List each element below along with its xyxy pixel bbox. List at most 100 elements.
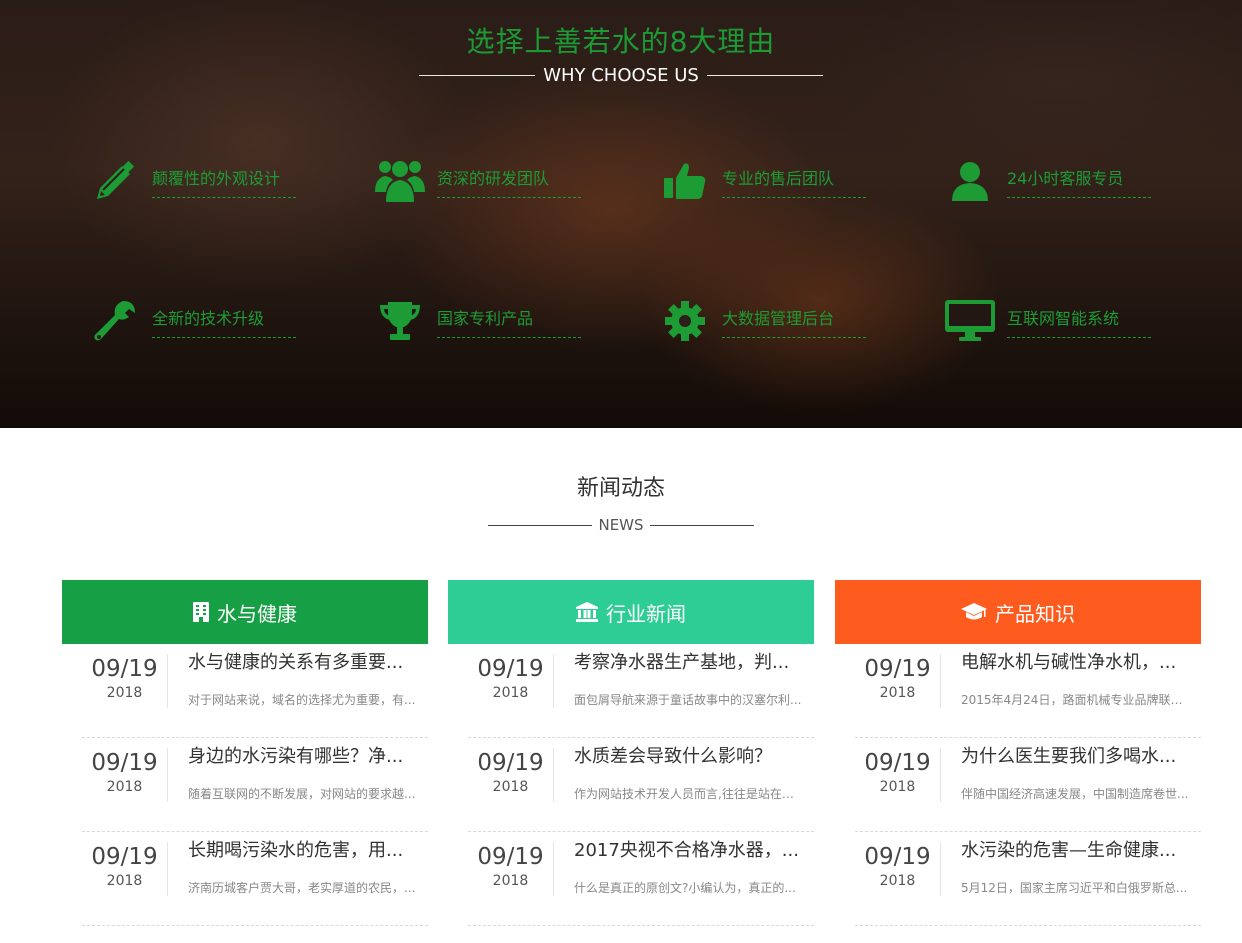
news-item-desc: 作为网站技术开发人员而言,往往是站在自... [574,787,802,801]
feature-item-customer-service[interactable]: 24小时客服专员 [945,158,1185,208]
tab-product-knowledge[interactable]: 产品知识 [835,580,1201,644]
news-subtitle-row: NEWS [0,516,1242,534]
news-item-title[interactable]: 水质差会导致什么影响？ [574,742,804,768]
feature-item-big-data[interactable]: 大数据管理后台 [660,298,900,348]
date-month-day: 09/19 [864,750,931,776]
feature-label: 互联网智能系统 [1007,305,1151,338]
news-date: 09/19 2018 [468,842,554,896]
trophy-icon [375,298,425,344]
feature-label: 全新的技术升级 [152,305,296,338]
news-item[interactable]: 09/19 2018 长期喝污染水的危害，用... 济南历城客户贾大哥，老实厚道… [82,832,428,926]
news-item-desc: 5月12日，国家主席习近平和白俄罗斯总... [961,881,1188,895]
date-month-day: 09/19 [864,656,931,682]
feature-item-after-sales[interactable]: 专业的售后团队 [660,158,900,208]
date-month-day: 09/19 [91,750,158,776]
news-item-title[interactable]: 电解水机与碱性净水机，... [961,648,1191,674]
news-title: 新闻动态 [576,476,665,501]
divider-line [488,524,593,526]
why-choose-us-section: 选择上善若水的8大理由 WHY CHOOSE US 颠覆性的外观设计 资深的研发… [0,0,1242,428]
news-item[interactable]: 09/19 2018 水质差会导致什么影响？ 作为网站技术开发人员而言,往往是站… [468,738,814,832]
news-date: 09/19 2018 [855,842,941,896]
why-subtitle: WHY CHOOSE US [543,65,699,86]
feature-item-patent[interactable]: 国家专利产品 [375,298,615,348]
feature-label: 专业的售后团队 [722,165,866,198]
news-item-title[interactable]: 身边的水污染有哪些？净... [188,742,418,768]
news-item-title[interactable]: 考察净水器生产基地，判... [574,648,804,674]
users-icon [375,158,425,204]
news-item[interactable]: 09/19 2018 2017央视不合格净水器，... 什么是真正的原创文?小编… [468,832,814,926]
feature-label: 资深的研发团队 [437,165,581,198]
news-item-title[interactable]: 为什么医生要我们多喝水... [961,742,1191,768]
feature-item-iot-system[interactable]: 互联网智能系统 [945,298,1185,348]
news-column-health: 水与健康 09/19 2018 水与健康的关系有多重要... 对于网站来说，域名… [62,580,428,926]
news-item-desc: 面包屑导航来源于童话故事中的汉塞尔利... [574,693,802,707]
news-item[interactable]: 09/19 2018 水污染的危害—生命健康... 5月12日，国家主席习近平和… [855,832,1201,926]
news-date: 09/19 2018 [468,654,554,708]
divider-line [649,524,754,526]
news-column-product: 产品知识 09/19 2018 电解水机与碱性净水机，... 2015年4月24… [835,580,1201,926]
news-item-desc: 对于网站来说，域名的选择尤为重要，有... [188,693,416,707]
news-item[interactable]: 09/19 2018 电解水机与碱性净水机，... 2015年4月24日，路面机… [855,644,1201,738]
pencil-icon [90,158,140,204]
divider-line [419,75,536,76]
news-date: 09/19 2018 [855,654,941,708]
news-item-desc: 济南历城客户贾大哥，老实厚道的农民，... [188,881,416,895]
news-item-title[interactable]: 长期喝污染水的危害，用... [188,836,418,862]
date-month-day: 09/19 [864,844,931,870]
date-year: 2018 [492,779,529,795]
date-month-day: 09/19 [477,656,544,682]
news-item-desc: 伴随中国经济高速发展，中国制造席卷世... [961,787,1189,801]
feature-label: 24小时客服专员 [1007,165,1151,198]
gear-icon [660,298,710,344]
feature-label: 大数据管理后台 [722,305,866,338]
why-subtitle-row: WHY CHOOSE US [0,65,1242,86]
news-date: 09/19 2018 [82,748,168,802]
feature-label: 国家专利产品 [437,305,581,338]
date-year: 2018 [492,685,529,701]
feature-item-rd-team[interactable]: 资深的研发团队 [375,158,615,208]
news-item[interactable]: 09/19 2018 为什么医生要我们多喝水... 伴随中国经济高速发展，中国制… [855,738,1201,832]
date-year: 2018 [106,685,143,701]
date-year: 2018 [106,779,143,795]
bank-icon [576,602,598,622]
user-icon [945,158,995,204]
news-item-desc: 什么是真正的原创文?小编认为，真正的... [574,881,796,895]
news-item[interactable]: 09/19 2018 考察净水器生产基地，判... 面包屑导航来源于童话故事中的… [468,644,814,738]
date-year: 2018 [879,685,916,701]
news-date: 09/19 2018 [82,654,168,708]
news-item-title[interactable]: 水污染的危害—生命健康... [961,836,1191,862]
news-date: 09/19 2018 [855,748,941,802]
date-month-day: 09/19 [91,656,158,682]
news-item-desc: 随着互联网的不断发展，对网站的要求越... [188,787,416,801]
column-title: 行业新闻 [606,601,686,626]
date-month-day: 09/19 [477,844,544,870]
tab-industry-news[interactable]: 行业新闻 [448,580,814,644]
why-title: 选择上善若水的8大理由 [466,25,776,58]
date-month-day: 09/19 [477,750,544,776]
news-column-industry: 行业新闻 09/19 2018 考察净水器生产基地，判... 面包屑导航来源于童… [448,580,814,926]
wrench-icon [90,298,140,344]
feature-label: 颠覆性的外观设计 [152,165,296,198]
date-year: 2018 [492,873,529,889]
tab-water-health[interactable]: 水与健康 [62,580,428,644]
news-item-title[interactable]: 2017央视不合格净水器，... [574,836,804,862]
divider-line [706,75,823,76]
feature-item-design[interactable]: 颠覆性的外观设计 [90,158,330,208]
column-title: 产品知识 [995,601,1075,626]
date-month-day: 09/19 [91,844,158,870]
news-item-title[interactable]: 水与健康的关系有多重要... [188,648,418,674]
date-year: 2018 [879,873,916,889]
news-item-desc: 2015年4月24日，路面机械专业品牌联盟... [961,693,1189,707]
graduation-cap-icon [961,603,987,621]
news-subtitle: NEWS [598,516,644,534]
news-header: 新闻动态 NEWS [0,470,1242,534]
feature-item-tech-upgrade[interactable]: 全新的技术升级 [90,298,330,348]
news-item[interactable]: 09/19 2018 水与健康的关系有多重要... 对于网站来说，域名的选择尤为… [82,644,428,738]
date-year: 2018 [879,779,916,795]
news-item[interactable]: 09/19 2018 身边的水污染有哪些？净... 随着互联网的不断发展，对网站… [82,738,428,832]
building-icon [193,602,209,622]
column-title: 水与健康 [217,601,297,626]
monitor-icon [945,298,995,344]
thumbs-up-icon [660,158,710,204]
news-date: 09/19 2018 [468,748,554,802]
